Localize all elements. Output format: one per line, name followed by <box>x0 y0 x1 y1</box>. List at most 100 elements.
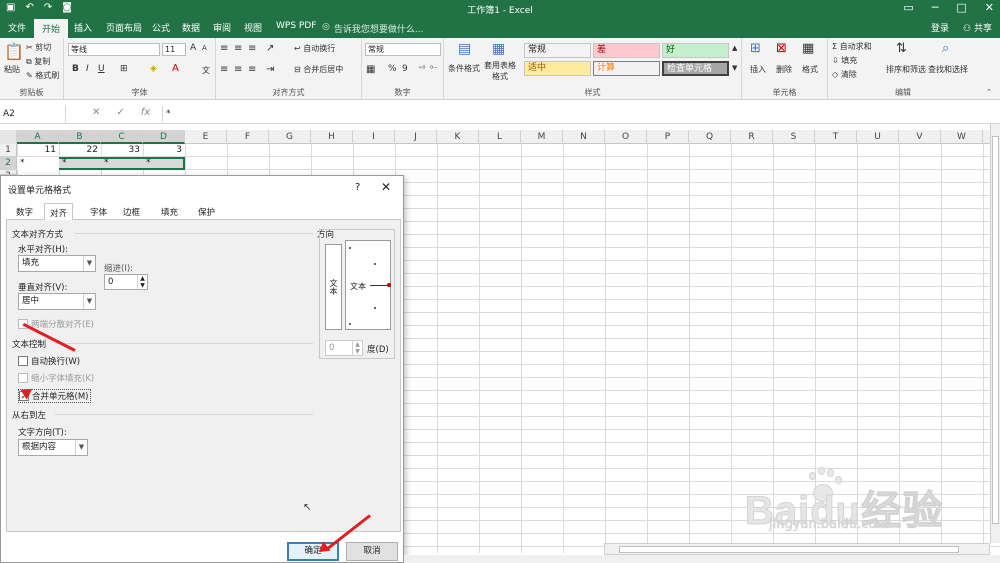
tab-insert[interactable]: 插入 <box>74 21 92 34</box>
wrap-text-button[interactable]: ↩ 自动换行 <box>294 43 335 54</box>
col-header-q[interactable]: Q <box>689 130 731 144</box>
align-bottom-icon[interactable]: ≡ <box>248 43 256 54</box>
select-all-corner[interactable] <box>0 130 17 144</box>
col-header-p[interactable]: P <box>647 130 689 144</box>
formula-input[interactable]: * <box>162 106 1000 122</box>
number-format-select[interactable]: 常规 <box>365 43 441 56</box>
sort-filter-icon[interactable]: ⇅ <box>896 41 907 56</box>
close-icon[interactable]: ✕ <box>381 180 391 194</box>
align-right-icon[interactable]: ≡ <box>248 64 256 75</box>
format-as-table-button[interactable]: 套用表格格式 <box>484 60 516 82</box>
percent-button[interactable]: % <box>388 64 397 74</box>
indent-icon[interactable]: ⇥ <box>266 64 274 75</box>
col-header-g[interactable]: G <box>269 130 311 144</box>
style-calculation[interactable]: 计算 <box>593 61 660 76</box>
col-header-m[interactable]: M <box>521 130 563 144</box>
insert-function-button[interactable]: fx <box>141 107 150 118</box>
scroll-thumb[interactable] <box>619 546 959 553</box>
minimize-icon[interactable]: ─ <box>932 1 939 14</box>
borders-icon[interactable]: ⊞ <box>120 64 128 74</box>
tab-fill[interactable]: 填充 <box>161 206 178 218</box>
sort-filter-button[interactable]: 排序和筛选 <box>886 64 926 75</box>
increase-decimal-icon[interactable]: ⁺⁰ <box>418 64 425 73</box>
cell-b1[interactable]: 22 <box>59 144 101 157</box>
conditional-format-icon[interactable]: ▤ <box>458 41 471 57</box>
grow-font-button[interactable]: A <box>190 43 196 53</box>
cell-d1[interactable]: 3 <box>143 144 185 157</box>
find-select-button[interactable]: 查找和选择 <box>928 64 968 75</box>
tab-alignment[interactable]: 对齐 <box>44 203 74 221</box>
tab-formulas[interactable]: 公式 <box>152 21 170 34</box>
tell-me-search[interactable]: ◎ 告诉我您想要做什么... <box>322 22 423 35</box>
shrink-font-button[interactable]: A <box>202 44 207 52</box>
fill-button[interactable]: ⇩ 填充 <box>832 55 857 66</box>
clear-button[interactable]: ◇ 清除 <box>832 69 857 80</box>
vertical-align-select[interactable]: 居中 ▼ <box>18 293 96 310</box>
style-good[interactable]: 好 <box>662 43 729 58</box>
shrink-to-fit-checkbox[interactable]: 缩小字体填充(K) <box>18 372 94 384</box>
vertical-scrollbar[interactable] <box>990 124 1000 543</box>
cancel-entry-icon[interactable]: ✕ <box>92 107 100 118</box>
align-center-icon[interactable]: ≡ <box>234 64 242 75</box>
copy-button[interactable]: ⧉ 复制 <box>26 56 50 67</box>
format-as-table-icon[interactable]: ▦ <box>492 41 505 57</box>
col-header-a[interactable]: A <box>17 130 59 144</box>
wrap-text-checkbox[interactable]: 自动换行(W) <box>18 355 80 367</box>
cell-c1[interactable]: 33 <box>101 144 143 157</box>
share-button[interactable]: ⚇ 共享 <box>963 21 992 34</box>
decrease-decimal-icon[interactable]: ⁰⁻ <box>430 64 437 73</box>
col-header-o[interactable]: O <box>605 130 647 144</box>
style-neutral[interactable]: 适中 <box>524 61 591 76</box>
dial-handle[interactable] <box>387 283 391 287</box>
style-bad[interactable]: 差 <box>593 43 660 58</box>
tab-view[interactable]: 视图 <box>244 21 262 34</box>
col-header-i[interactable]: I <box>353 130 395 144</box>
insert-cells-button[interactable]: 插入 <box>750 64 766 75</box>
underline-button[interactable]: U <box>98 64 105 74</box>
align-left-icon[interactable]: ≡ <box>220 64 228 75</box>
col-header-w[interactable]: W <box>941 130 983 144</box>
col-header-j[interactable]: J <box>395 130 437 144</box>
style-check-cell[interactable]: 检查单元格 <box>662 61 729 76</box>
col-header-b[interactable]: B <box>59 130 101 144</box>
styles-scroll-up-icon[interactable]: ▲ <box>732 44 737 52</box>
degrees-spinner[interactable]: 0 ▲ ▼ <box>325 340 363 356</box>
login-link[interactable]: 登录 <box>931 21 949 34</box>
tab-page-layout[interactable]: 页面布局 <box>106 21 142 34</box>
insert-cells-icon[interactable]: ⊞ <box>750 41 761 56</box>
tab-protection[interactable]: 保护 <box>198 206 215 218</box>
tab-review[interactable]: 审阅 <box>213 21 231 34</box>
tab-home[interactable]: 开始 <box>34 19 69 38</box>
col-header-v[interactable]: V <box>899 130 941 144</box>
tab-file[interactable]: 文件 <box>8 21 26 34</box>
col-header-l[interactable]: L <box>479 130 521 144</box>
spinner-arrows-icon[interactable]: ▲ ▼ <box>352 341 362 355</box>
find-select-icon[interactable]: ⌕ <box>942 41 949 56</box>
tab-number[interactable]: 数字 <box>16 206 33 218</box>
col-header-n[interactable]: N <box>563 130 605 144</box>
cell-c2[interactable]: * <box>101 157 143 170</box>
col-header-t[interactable]: T <box>815 130 857 144</box>
scroll-thumb[interactable] <box>992 136 999 524</box>
cell-b2[interactable]: * <box>59 157 101 170</box>
italic-button[interactable]: I <box>86 64 89 74</box>
orientation-dial[interactable]: 文本 <box>345 240 391 330</box>
col-header-s[interactable]: S <box>773 130 815 144</box>
horizontal-align-select[interactable]: 填充 ▼ <box>18 255 96 272</box>
autosum-button[interactable]: Σ 自动求和 <box>832 41 872 52</box>
format-painter-button[interactable]: ✎ 格式刷 <box>26 70 59 81</box>
collapse-ribbon-icon[interactable]: ⌃ <box>986 88 992 96</box>
confirm-entry-icon[interactable]: ✓ <box>116 107 124 118</box>
delete-cells-icon[interactable]: ⊠ <box>776 41 787 56</box>
paste-button[interactable]: 粘贴 <box>4 64 20 75</box>
col-header-e[interactable]: E <box>185 130 227 144</box>
align-middle-icon[interactable]: ≡ <box>234 43 242 54</box>
style-normal[interactable]: 常规 <box>524 43 591 58</box>
delete-cells-button[interactable]: 删除 <box>776 64 792 75</box>
maximize-icon[interactable]: □ <box>956 1 966 14</box>
vertical-text-button[interactable]: 文本 <box>325 244 342 330</box>
cell-a1[interactable]: 11 <box>17 144 59 157</box>
col-header-k[interactable]: K <box>437 130 479 144</box>
merge-center-button[interactable]: ⊟ 合并后居中 <box>294 64 343 75</box>
tab-border[interactable]: 边框 <box>123 206 140 218</box>
